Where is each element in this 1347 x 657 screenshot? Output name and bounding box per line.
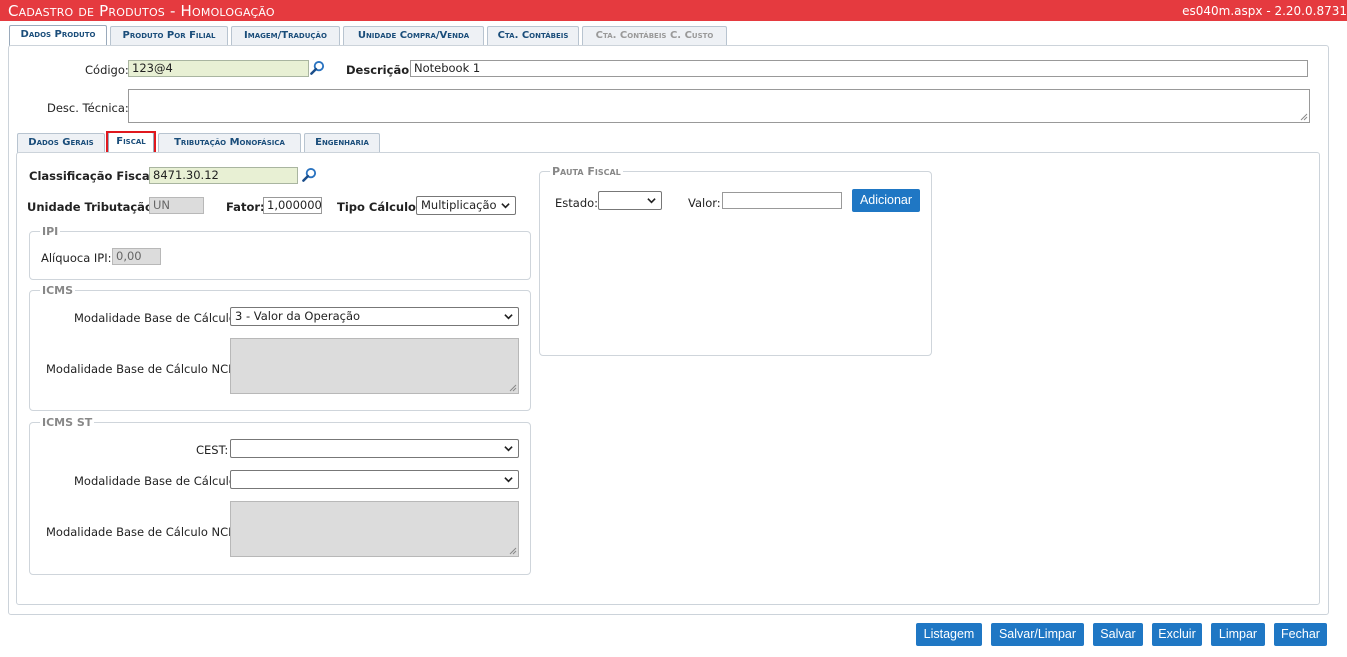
- classificacao-fiscal-field[interactable]: 8471.30.12: [149, 167, 298, 184]
- adicionar-button[interactable]: Adicionar: [852, 189, 920, 212]
- tipo-calculo-label: Tipo Cálculo:: [337, 200, 421, 214]
- tab-dados-gerais[interactable]: Dados Gerais: [17, 133, 105, 153]
- icms-st-modalidade-ncm-label: Modalidade Base de Cálculo NCM:: [46, 525, 242, 539]
- fechar-button[interactable]: Fechar: [1274, 623, 1327, 646]
- resize-grip-icon[interactable]: [1300, 113, 1308, 121]
- unidade-tributacao-label: Unidade Tributação:: [27, 200, 158, 214]
- aliquota-ipi-field: 0,00: [112, 248, 161, 265]
- unidade-tributacao-field: UN: [149, 197, 204, 214]
- fator-label: Fator:: [226, 200, 265, 214]
- icms-modalidade-label: Modalidade Base de Cálculo:: [74, 311, 240, 325]
- tab-unidade-compra-venda[interactable]: Unidade Compra/Venda: [343, 26, 484, 46]
- app-title: Cadastro de Produtos - Homologação: [8, 2, 275, 20]
- aliquota-ipi-label: Alíquoca IPI:: [41, 251, 112, 265]
- descricao-label: Descrição:: [346, 63, 414, 77]
- chevron-down-icon: [647, 198, 656, 204]
- fator-field[interactable]: 1,0000000: [263, 197, 322, 214]
- cest-label: CEST:: [196, 443, 229, 457]
- salvar-button[interactable]: Salvar: [1093, 623, 1143, 646]
- search-icon[interactable]: [302, 167, 317, 182]
- desc-tecnica-field[interactable]: [128, 89, 1310, 123]
- icms-st-modalidade-label: Modalidade Base de Cálculo:: [74, 474, 240, 488]
- icms-st-modalidade-ncm-field: [230, 501, 519, 557]
- codigo-label: Código:: [85, 63, 129, 77]
- chevron-down-icon: [504, 477, 513, 483]
- excluir-button[interactable]: Excluir: [1152, 623, 1202, 646]
- tab-tributacao-monofasica[interactable]: Tributação Monofásica: [158, 133, 301, 153]
- codigo-field[interactable]: 123@4: [128, 60, 309, 77]
- chevron-down-icon: [504, 314, 513, 320]
- chevron-down-icon: [504, 446, 513, 452]
- tab-imagem-traducao[interactable]: Imagem/Tradução: [231, 26, 340, 46]
- resize-grip-icon: [509, 384, 517, 392]
- tab-engenharia[interactable]: Engenharia: [304, 133, 380, 153]
- classificacao-fiscal-label: Classificação Fiscal:: [29, 169, 159, 183]
- icms-modalidade-ncm-field: [230, 338, 519, 394]
- icms-modalidade-select[interactable]: 3 - Valor da Operação: [230, 307, 519, 326]
- chevron-down-icon: [501, 203, 510, 209]
- icms-modalidade-value: 3 - Valor da Operação: [235, 309, 361, 323]
- listagem-button[interactable]: Listagem: [916, 623, 982, 646]
- tipo-calculo-select[interactable]: Multiplicação: [416, 196, 516, 215]
- limpar-button[interactable]: Limpar: [1211, 623, 1265, 646]
- icms-modalidade-ncm-label: Modalidade Base de Cálculo NCM:: [46, 362, 242, 376]
- icms-legend: ICMS: [40, 284, 76, 297]
- resize-grip-icon: [509, 547, 517, 555]
- page-info: es040m.aspx - 2.20.0.8731: [1182, 4, 1347, 18]
- desc-tecnica-label: Desc. Técnica:: [47, 101, 129, 115]
- tab-cta-contabeis-c-custo: Cta. Contábeis C. Custo: [582, 26, 727, 46]
- tipo-calculo-value: Multiplicação: [421, 198, 497, 212]
- icms-st-modalidade-select[interactable]: [230, 470, 519, 489]
- tab-dados-produto[interactable]: Dados Produto: [9, 25, 107, 47]
- title-bar: Cadastro de Produtos - Homologação es040…: [0, 0, 1347, 21]
- search-icon[interactable]: [310, 60, 325, 75]
- pauta-fiscal-legend: Pauta Fiscal: [550, 165, 623, 178]
- valor-field[interactable]: [722, 192, 842, 209]
- ipi-legend: IPI: [40, 225, 61, 238]
- tab-produto-por-filial[interactable]: Produto Por Filial: [110, 26, 228, 46]
- icms-st-legend: ICMS ST: [40, 416, 95, 429]
- salvar-limpar-button[interactable]: Salvar/Limpar: [991, 623, 1084, 646]
- estado-label: Estado:: [555, 196, 599, 210]
- tab-cta-contabeis[interactable]: Cta. Contábeis: [487, 26, 579, 46]
- cest-select[interactable]: [230, 439, 519, 458]
- valor-label: Valor:: [688, 196, 721, 210]
- estado-select[interactable]: [598, 191, 662, 210]
- descricao-field[interactable]: Notebook 1: [410, 60, 1308, 77]
